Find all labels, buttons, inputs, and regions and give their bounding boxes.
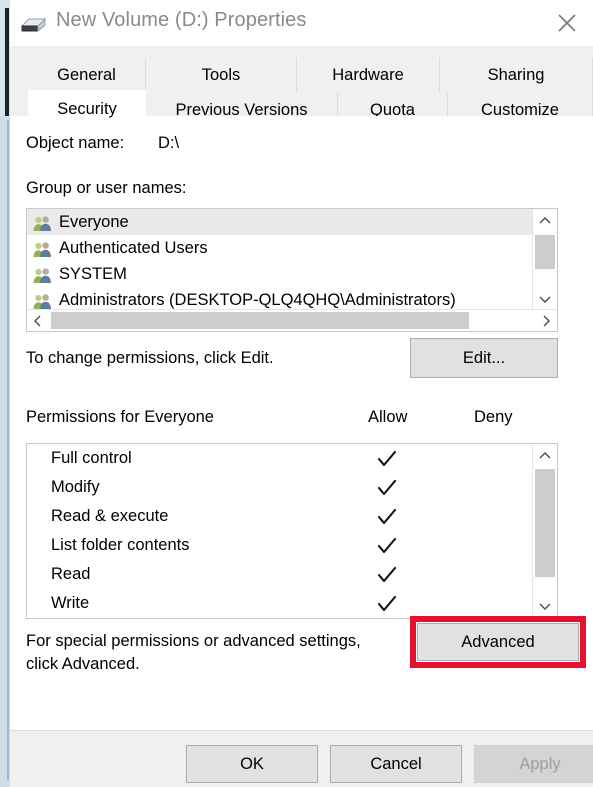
permission-row[interactable]: Read & execute <box>27 502 532 531</box>
permissions-list-items: Full control Modify Read & execute List fol… <box>27 444 532 618</box>
group-or-user-names-listbox[interactable]: Everyone Authenticated Users SYSTEM Adminis… <box>26 208 558 332</box>
group-list-hscroll-thumb[interactable] <box>51 312 469 329</box>
security-tab-panel: Object name: D:\ Group or user names: Ev… <box>10 116 593 730</box>
checkmark-icon <box>377 508 397 524</box>
permission-row[interactable]: Read <box>27 560 532 589</box>
users-icon <box>33 241 52 258</box>
group-list-item-label: Administrators (DESKTOP-QLQ4QHQ\Administ… <box>59 290 456 309</box>
permission-name: List folder contents <box>51 536 190 554</box>
deny-column-header: Deny <box>474 408 513 426</box>
group-list-horizontal-scrollbar[interactable] <box>27 309 557 331</box>
users-icon <box>33 215 52 232</box>
group-list-item-label: Authenticated Users <box>59 238 208 257</box>
users-icon <box>33 241 51 257</box>
properties-dialog: New Volume (D:) Properties General Tools H… <box>10 0 593 787</box>
tab-hardware[interactable]: Hardware <box>297 58 440 93</box>
apply-button: Apply <box>474 745 593 783</box>
allow-column-header: Allow <box>368 408 408 426</box>
scroll-down-icon[interactable] <box>533 287 557 311</box>
users-icon <box>33 293 51 309</box>
permission-name: Read & execute <box>51 507 169 525</box>
group-list-item-label: Everyone <box>59 212 129 231</box>
background-window-dark-strip <box>5 8 9 116</box>
permission-deny-checkbox[interactable] <box>482 507 502 527</box>
advanced-hint-line2: click Advanced. <box>26 655 140 673</box>
permissions-title: Permissions for Everyone <box>26 408 214 426</box>
tab-label: Tools <box>201 66 241 84</box>
group-list-scroll-thumb[interactable] <box>535 235 555 269</box>
scroll-up-icon[interactable] <box>533 209 557 233</box>
background-window-accent-line <box>7 120 9 780</box>
group-list-item[interactable]: Authenticated Users <box>27 235 533 261</box>
permission-row[interactable]: Write <box>27 589 532 618</box>
background-window-edge <box>0 0 10 787</box>
permission-deny-checkbox[interactable] <box>482 594 502 614</box>
scroll-right-icon[interactable] <box>535 310 557 331</box>
users-icon <box>33 293 52 310</box>
edit-button[interactable]: Edit... <box>410 338 558 378</box>
tab-label: Sharing <box>487 66 545 84</box>
tab-security[interactable]: Security <box>28 90 146 128</box>
object-name-label: Object name: <box>26 134 125 152</box>
scroll-up-icon[interactable] <box>533 444 557 468</box>
permission-deny-checkbox[interactable] <box>482 449 502 469</box>
tab-tools[interactable]: Tools <box>146 58 297 93</box>
checkmark-icon <box>377 595 397 611</box>
permission-allow-checkbox[interactable] <box>377 507 397 527</box>
permissions-vertical-scrollbar[interactable] <box>532 444 557 618</box>
group-list-items: Everyone Authenticated Users SYSTEM Adminis… <box>27 209 533 311</box>
group-or-user-names-label: Group or user names: <box>26 179 187 197</box>
permission-deny-checkbox[interactable] <box>482 565 502 585</box>
tab-general[interactable]: General <box>28 58 146 93</box>
close-button[interactable] <box>541 0 593 46</box>
permission-row[interactable]: Modify <box>27 473 532 502</box>
tab-row-top: General Tools Hardware Sharing <box>10 58 593 93</box>
users-icon <box>33 267 52 284</box>
group-list-item[interactable]: SYSTEM <box>27 261 533 287</box>
group-list-item-label: SYSTEM <box>59 264 127 283</box>
advanced-hint-line1: For special permissions or advanced sett… <box>26 632 361 650</box>
permissions-listbox[interactable]: Full control Modify Read & execute List fol… <box>26 443 558 619</box>
checkmark-icon <box>377 566 397 582</box>
hard-drive-icon <box>18 14 48 34</box>
permission-allow-checkbox[interactable] <box>377 449 397 469</box>
users-icon <box>33 267 51 283</box>
tab-strip: General Tools Hardware Sharing Security Prev… <box>10 46 593 128</box>
permission-row[interactable]: List folder contents <box>27 531 532 560</box>
group-list-vertical-scrollbar[interactable] <box>532 209 557 311</box>
tab-label: Hardware <box>332 66 404 84</box>
object-name-value: D:\ <box>158 134 180 152</box>
tab-sharing[interactable]: Sharing <box>440 58 593 93</box>
window-title: New Volume (D:) Properties <box>56 9 307 31</box>
permission-name: Write <box>51 594 90 612</box>
permissions-scroll-thumb[interactable] <box>535 469 555 577</box>
permission-allow-checkbox[interactable] <box>377 536 397 556</box>
permission-deny-checkbox[interactable] <box>482 478 502 498</box>
permission-deny-checkbox[interactable] <box>482 536 502 556</box>
title-bar: New Volume (D:) Properties <box>10 0 593 46</box>
tab-label: General <box>57 66 116 84</box>
permission-name: Read <box>51 565 91 583</box>
permission-name: Full control <box>51 449 132 467</box>
tab-label: Security <box>57 99 117 118</box>
checkmark-icon <box>377 450 397 466</box>
ok-button[interactable]: OK <box>186 745 318 783</box>
group-list-item[interactable]: Administrators (DESKTOP-QLQ4QHQ\Administ… <box>27 287 533 311</box>
advanced-button[interactable]: Advanced <box>417 623 579 661</box>
permission-row[interactable]: Full control <box>27 444 532 473</box>
permission-name: Modify <box>51 478 100 496</box>
scroll-left-icon[interactable] <box>27 310 49 331</box>
group-list-item[interactable]: Everyone <box>27 209 533 235</box>
users-icon <box>33 215 51 231</box>
checkmark-icon <box>377 479 397 495</box>
scroll-down-icon[interactable] <box>533 594 557 618</box>
dialog-button-bar: OK Cancel Apply <box>10 730 593 787</box>
edit-hint-text: To change permissions, click Edit. <box>26 349 274 367</box>
cancel-button[interactable]: Cancel <box>330 745 462 783</box>
permission-allow-checkbox[interactable] <box>377 478 397 498</box>
permission-allow-checkbox[interactable] <box>377 594 397 614</box>
checkmark-icon <box>377 537 397 553</box>
close-icon <box>558 14 576 32</box>
permission-allow-checkbox[interactable] <box>377 565 397 585</box>
